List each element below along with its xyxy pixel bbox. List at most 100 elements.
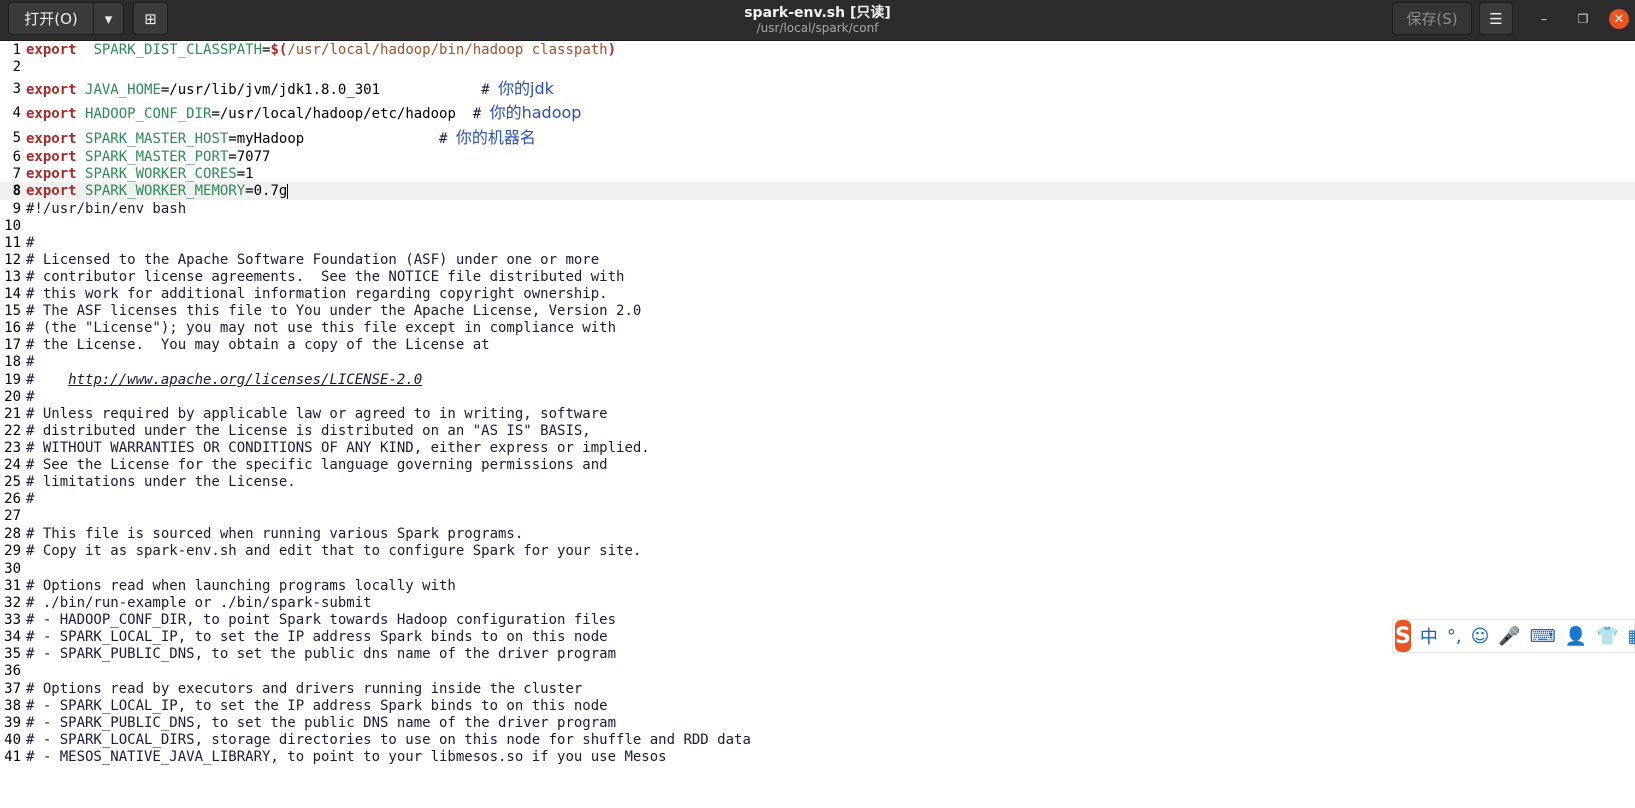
editor-line[interactable]: 35 # - SPARK_PUBLIC_DNS, to set the publi…	[0, 645, 1635, 663]
line-number: 40	[4, 732, 21, 748]
editor-line[interactable]: 32 # ./bin/run-example or ./bin/spark-sub…	[0, 594, 1635, 612]
code-token: # Licensed to the Apache Software Founda…	[26, 252, 600, 268]
line-code: # - SPARK_LOCAL_IP, to set the IP addres…	[26, 628, 608, 646]
editor-line[interactable]: 7 export SPARK_WORKER_CORES=1	[0, 165, 1635, 183]
line-code: #	[26, 490, 34, 508]
code-token: =/usr/lib/jvm/jdk1.8.0_301	[160, 82, 473, 98]
editor-line[interactable]: 12 # Licensed to the Apache Software Foun…	[0, 251, 1635, 269]
code-token: export	[26, 42, 77, 58]
code-token: SPARK_MASTER_PORT	[85, 149, 229, 165]
editor-line[interactable]: 22 # distributed under the License is dis…	[0, 422, 1635, 440]
close-button[interactable]: ✕	[1609, 9, 1629, 29]
editor-line[interactable]: 21 # Unless required by applicable law or…	[0, 405, 1635, 423]
editor-line[interactable]: 19 # http://www.apache.org/licenses/LICEN…	[0, 371, 1635, 389]
line-code: # This file is sourced when running vari…	[26, 525, 523, 543]
editor-line[interactable]: 17 # the License. You may obtain a copy o…	[0, 336, 1635, 354]
line-code: # Licensed to the Apache Software Founda…	[26, 251, 599, 269]
editor-line[interactable]: 37 # Options read by executors and driver…	[0, 680, 1635, 698]
editor-line[interactable]: 33 # - HADOOP_CONF_DIR, to point Spark to…	[0, 611, 1635, 629]
line-code: # limitations under the License.	[26, 473, 296, 491]
editor-line[interactable]: 2	[0, 58, 1635, 76]
code-token: SPARK_MASTER_HOST	[85, 131, 229, 147]
line-number: 14	[4, 286, 21, 302]
license-link[interactable]: http://www.apache.org/licenses/LICENSE-2…	[68, 372, 422, 388]
editor-line[interactable]: 4 export HADOOP_CONF_DIR=/usr/local/hadoo…	[0, 104, 1635, 123]
editor-line[interactable]: 34 # - SPARK_LOCAL_IP, to set the IP addr…	[0, 628, 1635, 646]
code-token: 你的机器名	[455, 128, 536, 147]
editor-line[interactable]: 3 export JAVA_HOME=/usr/lib/jvm/jdk1.8.0_…	[0, 80, 1635, 99]
editor-line[interactable]: 41 # - MESOS_NATIVE_JAVA_LIBRARY, to poin…	[0, 748, 1635, 766]
code-token: JAVA_HOME	[85, 82, 161, 98]
editor-line[interactable]: 27	[0, 507, 1635, 525]
editor-line[interactable]: 15 # The ASF licenses this file to You un…	[0, 302, 1635, 320]
editor-line[interactable]: 14 # this work for additional information…	[0, 285, 1635, 303]
editor-line[interactable]: 8 export SPARK_WORKER_MEMORY=0.7g	[0, 182, 1635, 200]
line-number: 28	[4, 526, 21, 542]
line-code: # See the License for the specific langu…	[26, 456, 608, 474]
line-number: 8	[12, 183, 21, 199]
code-token: #!/usr/bin/env bash	[26, 201, 187, 217]
editor-line[interactable]: 40 # - SPARK_LOCAL_DIRS, storage director…	[0, 731, 1635, 749]
line-code: export SPARK_MASTER_HOST=myHadoop # 你的机器…	[26, 129, 536, 148]
code-token: export	[26, 82, 77, 98]
ime-skin-icon[interactable]: 👕	[1596, 626, 1618, 647]
editor-line[interactable]: 6 export SPARK_MASTER_PORT=7077	[0, 148, 1635, 166]
text-editor-area[interactable]: 1 export SPARK_DIST_CLASSPATH=$(/usr/loca…	[0, 40, 1635, 808]
ime-chinese-mode[interactable]: 中	[1420, 623, 1438, 649]
ime-voice-icon[interactable]: 🎤	[1498, 626, 1520, 647]
code-token: )	[607, 42, 617, 58]
ime-user-icon[interactable]: 👤	[1565, 626, 1587, 647]
line-code: # the License. You may obtain a copy of …	[26, 336, 490, 354]
line-code: #	[26, 234, 34, 252]
editor-line[interactable]: 20 #	[0, 388, 1635, 406]
editor-line[interactable]: 10	[0, 217, 1635, 235]
line-number: 19	[4, 372, 21, 388]
ime-emoji-icon[interactable]: ☺	[1471, 626, 1490, 647]
ime-toolbox-icon[interactable]: ▦	[1628, 626, 1635, 647]
line-code: # - SPARK_LOCAL_IP, to set the IP addres…	[26, 697, 608, 715]
line-number: 41	[4, 749, 21, 765]
editor-line[interactable]: 5 export SPARK_MASTER_HOST=myHadoop # 你的机…	[0, 129, 1635, 148]
editor-line[interactable]: 11 #	[0, 234, 1635, 252]
editor-line[interactable]: 18 #	[0, 353, 1635, 371]
editor-line[interactable]: 36	[0, 662, 1635, 680]
save-button[interactable]: 保存(S)	[1392, 2, 1472, 35]
editor-line[interactable]: 24 # See the License for the specific lan…	[0, 456, 1635, 474]
editor-line[interactable]: 9 #!/usr/bin/env bash	[0, 200, 1635, 218]
line-number: 35	[4, 646, 21, 662]
sogou-logo-icon[interactable]: S	[1395, 620, 1411, 652]
editor-line[interactable]: 25 # limitations under the License.	[0, 473, 1635, 491]
editor-line[interactable]: 1 export SPARK_DIST_CLASSPATH=$(/usr/loca…	[0, 41, 1635, 59]
line-code: # Options read by executors and drivers …	[26, 680, 582, 698]
line-number: 33	[4, 612, 21, 628]
code-token: #	[439, 131, 456, 147]
editor-line[interactable]: 16 # (the "License"); you may not use thi…	[0, 319, 1635, 337]
line-number: 27	[4, 508, 21, 524]
editor-line[interactable]: 28 # This file is sourced when running va…	[0, 525, 1635, 543]
code-token: #	[26, 491, 35, 507]
minimize-button[interactable]: –	[1535, 10, 1553, 28]
line-number: 29	[4, 543, 21, 559]
editor-line[interactable]: 26 #	[0, 490, 1635, 508]
code-token: #	[26, 354, 35, 370]
maximize-button[interactable]: ❐	[1574, 10, 1592, 28]
editor-line[interactable]: 38 # - SPARK_LOCAL_IP, to set the IP addr…	[0, 697, 1635, 715]
ime-punctuation-icon[interactable]: °,	[1447, 626, 1462, 647]
ime-toolbar: S 中 °, ☺ 🎤 ⌨ 👤 👕 ▦	[1392, 619, 1635, 653]
line-code: # ./bin/run-example or ./bin/spark-submi…	[26, 594, 372, 612]
line-code: # Unless required by applicable law or a…	[26, 405, 608, 423]
editor-line[interactable]: 39 # - SPARK_PUBLIC_DNS, to set the publi…	[0, 714, 1635, 732]
editor-line[interactable]: 23 # WITHOUT WARRANTIES OR CONDITIONS OF …	[0, 439, 1635, 457]
editor-line[interactable]: 31 # Options read when launching programs…	[0, 577, 1635, 595]
editor-line[interactable]: 29 # Copy it as spark-env.sh and edit tha…	[0, 542, 1635, 560]
ime-keyboard-icon[interactable]: ⌨	[1530, 626, 1556, 647]
window-title: spark-env.sh [只读]	[744, 5, 891, 21]
editor-line[interactable]: 13 # contributor license agreements. See …	[0, 268, 1635, 286]
line-number: 24	[4, 457, 21, 473]
editor-line[interactable]: 30	[0, 560, 1635, 578]
code-token: export	[26, 166, 77, 182]
hamburger-menu-button[interactable]: ☰	[1479, 2, 1513, 35]
